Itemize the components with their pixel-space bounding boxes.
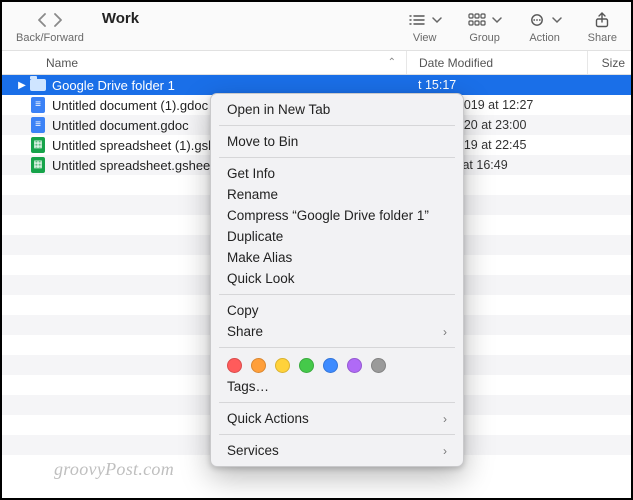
gsheet-icon: ▦ <box>30 157 46 173</box>
tag-purple[interactable] <box>347 358 362 373</box>
ctx-label: Quick Look <box>227 271 295 286</box>
ctx-label: Get Info <box>227 166 275 181</box>
context-menu: Open in New Tab Move to Bin Get Info Ren… <box>210 93 464 467</box>
share-label: Share <box>588 32 617 44</box>
share-group[interactable]: Share <box>588 10 617 44</box>
watermark: groovyPost.com <box>54 459 174 480</box>
ctx-label: Share <box>227 324 263 339</box>
file-date: t 15:17 <box>418 78 631 92</box>
action-label: Action <box>529 32 560 44</box>
table-row[interactable]: ▶ Google Drive folder 1 t 15:17 <box>2 75 631 95</box>
ctx-label: Tags… <box>227 379 269 394</box>
file-name: Google Drive folder 1 <box>52 78 418 93</box>
share-icon <box>594 12 610 28</box>
disclosure-triangle-icon[interactable]: ▶ <box>16 80 28 91</box>
ctx-label: Copy <box>227 303 259 318</box>
chevron-down-icon <box>432 13 442 27</box>
list-view-icon <box>408 13 426 27</box>
ctx-label: Rename <box>227 187 278 202</box>
toolbar: Back/Forward Work View Group Action <box>2 2 631 51</box>
column-size[interactable]: Size <box>587 51 631 74</box>
back-forward-label: Back/Forward <box>16 32 84 44</box>
chevron-right-icon: › <box>443 325 447 339</box>
ctx-move-to-bin[interactable]: Move to Bin <box>211 131 463 152</box>
toolbar-left: Back/Forward Work <box>16 10 139 44</box>
chevron-down-icon <box>552 13 562 27</box>
action-icon <box>528 13 546 27</box>
ctx-label: Compress “Google Drive folder 1” <box>227 208 429 223</box>
ctx-separator <box>219 347 455 348</box>
sort-caret-icon: ⌃ <box>388 57 396 68</box>
ctx-label: Move to Bin <box>227 134 298 149</box>
group-label: Group <box>469 32 500 44</box>
column-header: Name ⌃ Date Modified Size <box>2 51 631 75</box>
ctx-services[interactable]: Services › <box>211 440 463 461</box>
view-group[interactable]: View <box>408 10 442 44</box>
ctx-label: Duplicate <box>227 229 283 244</box>
chevron-down-icon <box>492 13 502 27</box>
ctx-copy[interactable]: Copy <box>211 300 463 321</box>
gdoc-icon: ≡ <box>30 117 46 133</box>
ctx-compress[interactable]: Compress “Google Drive folder 1” <box>211 205 463 226</box>
column-date[interactable]: Date Modified <box>406 51 587 74</box>
ctx-separator <box>219 434 455 435</box>
toolbar-right: View Group Action Share <box>408 10 617 44</box>
view-label: View <box>413 32 437 44</box>
ctx-rename[interactable]: Rename <box>211 184 463 205</box>
window-title: Work <box>102 10 139 27</box>
gsheet-icon: ▦ <box>30 137 46 153</box>
ctx-label: Open in New Tab <box>227 102 330 117</box>
tag-grey[interactable] <box>371 358 386 373</box>
ctx-make-alias[interactable]: Make Alias <box>211 247 463 268</box>
ctx-label: Make Alias <box>227 250 292 265</box>
chevron-right-icon: › <box>443 444 447 458</box>
tag-orange[interactable] <box>251 358 266 373</box>
ctx-open-new-tab[interactable]: Open in New Tab <box>211 99 463 120</box>
ctx-label: Quick Actions <box>227 411 309 426</box>
ctx-tags[interactable]: Tags… <box>211 376 463 397</box>
tag-blue[interactable] <box>323 358 338 373</box>
tag-green[interactable] <box>299 358 314 373</box>
ctx-quick-look[interactable]: Quick Look <box>211 268 463 289</box>
ctx-separator <box>219 294 455 295</box>
ctx-separator <box>219 402 455 403</box>
ctx-duplicate[interactable]: Duplicate <box>211 226 463 247</box>
ctx-quick-actions[interactable]: Quick Actions › <box>211 408 463 429</box>
column-name-label: Name <box>46 56 78 70</box>
back-icon[interactable] <box>37 13 47 27</box>
column-date-label: Date Modified <box>419 56 493 70</box>
forward-icon[interactable] <box>53 13 63 27</box>
column-size-label: Size <box>602 56 625 70</box>
ctx-separator <box>219 125 455 126</box>
ctx-get-info[interactable]: Get Info <box>211 163 463 184</box>
gdoc-icon: ≡ <box>30 97 46 113</box>
tag-yellow[interactable] <box>275 358 290 373</box>
chevron-right-icon: › <box>443 412 447 426</box>
back-forward-group: Back/Forward <box>16 10 84 44</box>
folder-icon <box>30 77 46 93</box>
group-icon <box>468 13 486 27</box>
group-group[interactable]: Group <box>468 10 502 44</box>
ctx-tag-colors <box>211 353 463 376</box>
ctx-separator <box>219 157 455 158</box>
ctx-share[interactable]: Share › <box>211 321 463 342</box>
column-name[interactable]: Name ⌃ <box>46 56 406 70</box>
ctx-label: Services <box>227 443 279 458</box>
action-group[interactable]: Action <box>528 10 562 44</box>
tag-red[interactable] <box>227 358 242 373</box>
